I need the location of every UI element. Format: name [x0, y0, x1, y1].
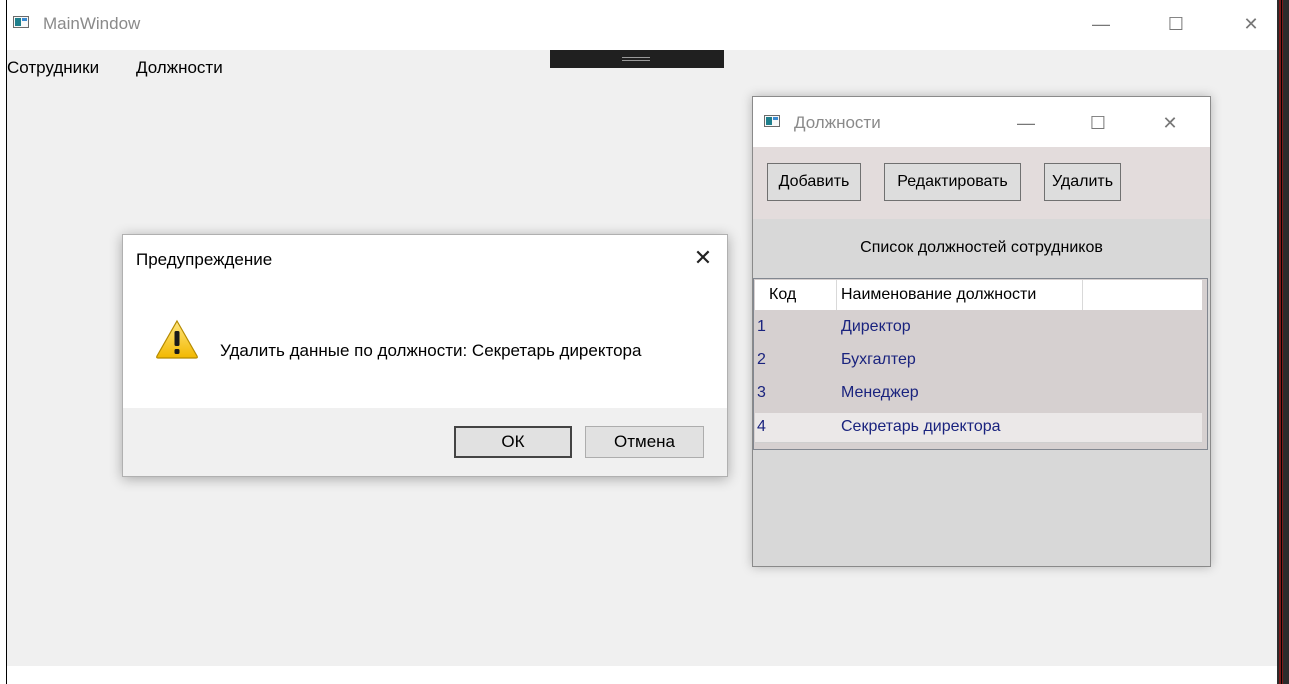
app-icon: [13, 16, 29, 28]
cell-name: Директор: [841, 318, 911, 335]
cell-name: Бухгалтер: [841, 351, 916, 368]
column-divider[interactable]: [836, 280, 837, 310]
minimize-button[interactable]: —: [1086, 10, 1116, 38]
cancel-button[interactable]: Отмена: [585, 426, 704, 458]
add-button[interactable]: Добавить: [767, 163, 861, 201]
column-header-code[interactable]: Код: [769, 286, 796, 304]
warning-dialog: Предупреждение ✕ Удалить данные по должн…: [122, 234, 728, 477]
positions-window-titlebar[interactable]: Должности — ☐ ✕: [753, 97, 1210, 147]
positions-toolbar: Добавить Редактировать Удалить: [753, 147, 1210, 219]
positions-window: Должности — ☐ ✕ Добавить Редактировать У…: [752, 96, 1211, 567]
table-row[interactable]: 1 Директор: [755, 313, 1202, 343]
main-window-bottom-area: [7, 666, 1277, 684]
delete-button[interactable]: Удалить: [1044, 163, 1121, 201]
positions-close-button[interactable]: ✕: [1155, 109, 1185, 137]
main-window-titlebar[interactable]: MainWindow — ☐ ✕: [7, 0, 1277, 50]
table-row[interactable]: 2 Бухгалтер: [755, 346, 1202, 376]
main-window-title: MainWindow: [43, 14, 141, 33]
menu-item-positions[interactable]: Должности: [136, 58, 223, 78]
menu-item-employees[interactable]: Сотрудники: [7, 58, 99, 78]
splitter-handle[interactable]: [550, 50, 724, 68]
ok-button[interactable]: ОК: [454, 426, 572, 458]
window-icon: [764, 115, 780, 127]
background-window-strip: [1279, 0, 1283, 684]
grip-icon: [622, 57, 650, 61]
positions-minimize-button[interactable]: —: [1011, 109, 1041, 137]
cell-code: 2: [757, 351, 766, 368]
dialog-title: Предупреждение: [136, 250, 273, 269]
maximize-button[interactable]: ☐: [1161, 10, 1191, 38]
positions-maximize-button[interactable]: ☐: [1083, 109, 1113, 137]
cell-name: Секретарь директора: [841, 418, 1001, 435]
warning-icon: [156, 319, 198, 359]
cell-code: 1: [757, 318, 766, 335]
positions-list-caption: Список должностей сотрудников: [860, 239, 1103, 256]
dialog-close-button[interactable]: ✕: [688, 243, 718, 273]
close-button[interactable]: ✕: [1236, 10, 1266, 38]
dialog-footer: ОК Отмена: [123, 408, 727, 476]
cell-code: 4: [757, 418, 766, 435]
background-window-edge: [1277, 0, 1289, 684]
positions-window-title: Должности: [794, 113, 881, 132]
positions-grid[interactable]: Код Наименование должности 1 Директор 2 …: [753, 278, 1208, 450]
column-header-name[interactable]: Наименование должности: [841, 286, 1036, 304]
grid-header: Код Наименование должности: [755, 280, 1202, 310]
table-row[interactable]: 3 Менеджер: [755, 379, 1202, 409]
table-row-selected[interactable]: 4 Секретарь директора: [755, 413, 1202, 443]
cell-code: 3: [757, 384, 766, 401]
column-divider[interactable]: [1082, 280, 1083, 310]
cell-name: Менеджер: [841, 384, 919, 401]
edit-button[interactable]: Редактировать: [884, 163, 1021, 201]
dialog-message: Удалить данные по должности: Секретарь д…: [220, 341, 642, 360]
